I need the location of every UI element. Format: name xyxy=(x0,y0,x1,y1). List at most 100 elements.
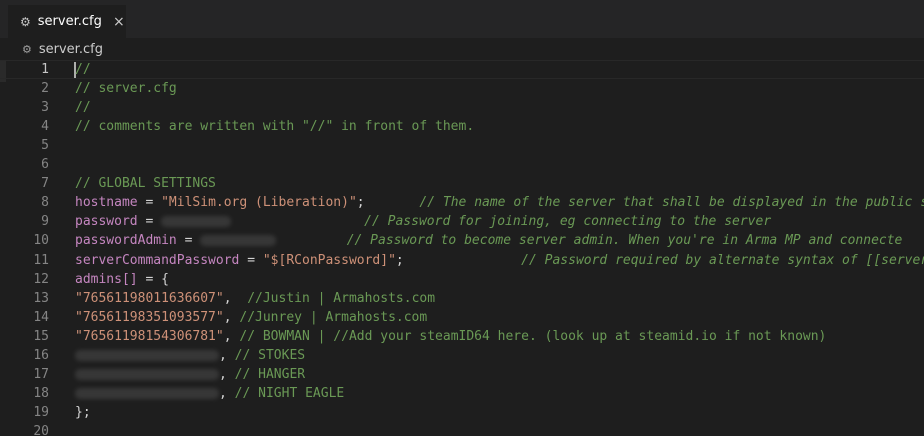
line-number: 20 xyxy=(33,423,49,436)
token-comment-i: // Password required by alternate syntax… xyxy=(521,252,924,268)
code-line[interactable]: 12 admins[] = { xyxy=(0,270,924,289)
gear-icon: ⚙ xyxy=(22,42,32,56)
line-number: 15 xyxy=(33,328,49,344)
code-line[interactable]: 11 serverCommandPassword = "$[RConPasswor… xyxy=(0,251,924,270)
code-text: serverCommandPassword = "$[RConPassword]… xyxy=(75,251,924,270)
token-def: , xyxy=(219,366,235,382)
code-text: admins[] = { xyxy=(75,270,169,289)
token-str: "76561198154306781" xyxy=(75,328,224,344)
token-def: , xyxy=(223,290,248,306)
redacted-value xyxy=(75,387,219,399)
token-def: , xyxy=(219,347,235,363)
redacted-value xyxy=(200,235,277,247)
breadcrumb-file[interactable]: server.cfg xyxy=(39,42,103,57)
line-number: 4 xyxy=(41,119,49,135)
token-def: , xyxy=(223,309,240,325)
token-str: "76561198351093577" xyxy=(75,309,224,325)
token-key: admins[] xyxy=(75,271,138,287)
line-number: 16 xyxy=(33,347,49,363)
token-key: passwordAdmin xyxy=(75,233,177,249)
token-key: hostname xyxy=(75,195,138,211)
code-text: , // NIGHT EAGLE xyxy=(75,384,344,403)
code-line[interactable]: 5 xyxy=(0,136,924,155)
line-number: 14 xyxy=(33,309,49,325)
code-line[interactable]: 19}; xyxy=(0,403,924,422)
token-str: "$[RConPassword]" xyxy=(262,252,396,268)
token-str: "76561198011636607" xyxy=(75,290,224,306)
code-text: , // HANGER xyxy=(75,365,305,384)
tab-title: server.cfg xyxy=(37,14,102,29)
line-number: 1 xyxy=(41,62,49,77)
line-number: 13 xyxy=(33,290,49,306)
code-line[interactable]: 20 xyxy=(0,422,924,436)
close-icon[interactable]: × xyxy=(112,14,126,30)
line-number: 5 xyxy=(41,138,49,154)
token-comment: // comments are written with "//" in fro… xyxy=(75,119,475,135)
code-text: password = // Password for joining, eg c… xyxy=(75,212,771,231)
code-line[interactable]: 13 "76561198011636607", //Justin | Armaho… xyxy=(0,289,924,308)
token-comment-i: // Password for joining, eg connecting t… xyxy=(364,214,772,230)
gear-icon: ⚙ xyxy=(20,14,31,29)
line-number: 8 xyxy=(41,195,49,211)
code-text: // xyxy=(75,60,91,79)
tab-bar: ⚙ server.cfg × xyxy=(0,0,924,38)
tab-server-cfg[interactable]: ⚙ server.cfg × xyxy=(8,5,126,38)
code-editor[interactable]: 1 // 2 // server.cfg 3 // 4 // comments are wri… xyxy=(0,60,924,436)
token-comment: // server.cfg xyxy=(75,81,177,97)
line-number: 10 xyxy=(33,233,49,249)
code-text: "76561198351093577", //Junrey | Armahost… xyxy=(75,308,427,327)
code-line[interactable]: 3 // xyxy=(0,98,924,117)
code-line[interactable]: 8 hostname = "MilSim.org (Liberation)"; /… xyxy=(0,193,924,212)
token-def xyxy=(231,214,364,229)
code-text: "76561198154306781", // BOWMAN | //Add y… xyxy=(75,327,826,346)
code-text: // comments are written with "//" in fro… xyxy=(75,117,474,136)
token-def: ; xyxy=(395,252,522,268)
token-def: , xyxy=(219,385,235,401)
line-number: 11 xyxy=(33,252,49,268)
token-comment: // GLOBAL SETTINGS xyxy=(75,176,216,192)
token-comment: // STOKES xyxy=(234,347,306,363)
line-number: 7 xyxy=(41,176,49,192)
token-comment: // NIGHT EAGLE xyxy=(234,385,345,401)
code-line[interactable]: 17, // HANGER xyxy=(0,365,924,384)
line-number: 12 xyxy=(33,271,49,287)
code-line[interactable]: 18, // NIGHT EAGLE xyxy=(0,384,924,403)
code-line[interactable]: 15 "76561198154306781", // BOWMAN | //Add… xyxy=(0,327,924,346)
token-key: password xyxy=(75,214,138,230)
token-def: = xyxy=(239,252,263,268)
token-def: = xyxy=(137,195,162,211)
token-comment: //Justin | Armahosts.com xyxy=(247,290,436,306)
token-comment-i: // The name of the server that shall be … xyxy=(419,195,924,211)
code-text: "76561198011636607", //Justin | Armahost… xyxy=(75,289,435,308)
code-line[interactable]: 6 xyxy=(0,155,924,174)
code-line[interactable]: 14 "76561198351093577", //Junrey | Armaho… xyxy=(0,308,924,327)
code-line[interactable]: 4 // comments are written with "//" in fr… xyxy=(0,117,924,136)
redacted-value xyxy=(161,216,232,228)
token-def: }; xyxy=(75,404,91,420)
code-text: passwordAdmin = // Password to become se… xyxy=(75,231,902,250)
token-comment: // HANGER xyxy=(234,366,306,382)
code-text: , // STOKES xyxy=(75,346,305,365)
redacted-value xyxy=(75,368,219,380)
token-def: , xyxy=(223,328,240,344)
token-def: = xyxy=(176,233,201,249)
code-line[interactable]: 2 // server.cfg xyxy=(0,79,924,98)
token-def: = { xyxy=(137,271,169,287)
code-line[interactable]: 1 // xyxy=(0,60,924,79)
code-line[interactable]: 9 password = // Password for joining, eg … xyxy=(0,212,924,231)
code-line[interactable]: 16, // STOKES xyxy=(0,346,924,365)
token-comment: // xyxy=(75,100,91,116)
code-line[interactable]: 7 // GLOBAL SETTINGS xyxy=(0,174,924,193)
redacted-value xyxy=(75,349,219,361)
line-number: 6 xyxy=(41,157,49,173)
code-line[interactable]: 10 passwordAdmin = // Password to become … xyxy=(0,231,924,250)
line-number: 19 xyxy=(33,404,49,420)
code-text: // server.cfg xyxy=(75,79,177,98)
line-number: 2 xyxy=(41,81,49,97)
token-comment: // xyxy=(75,62,91,77)
token-def xyxy=(276,233,346,248)
token-key: serverCommandPassword xyxy=(75,252,240,268)
code-text: // GLOBAL SETTINGS xyxy=(75,174,216,193)
token-comment-i: // Password to become server admin. When… xyxy=(346,233,903,249)
line-number: 17 xyxy=(33,366,49,382)
